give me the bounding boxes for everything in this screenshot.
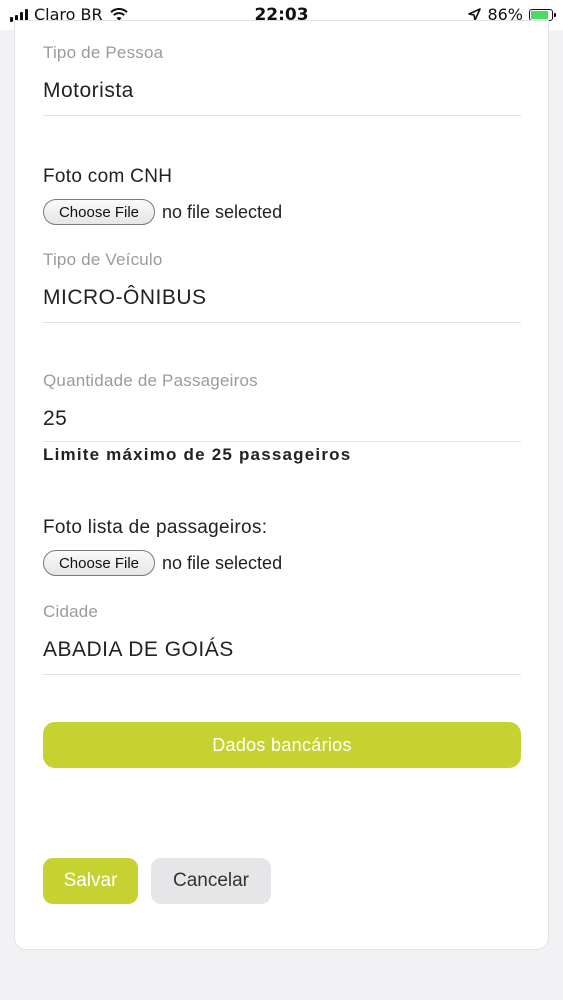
tipo-veiculo-value: MICRO-ÔNIBUS [43,286,207,309]
cancel-button[interactable]: Cancelar [151,858,271,904]
foto-cnh-file-status: no file selected [162,201,283,222]
foto-lista-file-input: Choose File no file selected [43,550,282,576]
foto-lista-label: Foto lista de passageiros: [43,517,268,538]
tipo-veiculo-label: Tipo de Veículo [43,250,163,269]
quantidade-value: 25 [43,407,68,430]
cidade-value: ABADIA DE GOIÁS [43,638,234,661]
foto-cnh-label: Foto com CNH [43,166,173,187]
foto-cnh-choose-file-button[interactable]: Choose File [43,199,155,225]
field-tipo-veiculo[interactable]: Tipo de Veículo MICRO-ÔNIBUS [43,250,521,324]
divider [43,115,521,116]
quantidade-label: Quantidade de Passageiros [43,371,258,390]
foto-cnh-file-input: Choose File no file selected [43,199,282,225]
foto-lista-choose-file-button[interactable]: Choose File [43,550,155,576]
tipo-pessoa-value: Motorista [43,79,134,102]
field-quantidade-passageiros[interactable]: Quantidade de Passageiros 25 [43,371,521,443]
divider [43,674,521,675]
field-cidade[interactable]: Cidade ABADIA DE GOIÁS [43,602,521,676]
form-card: Tipo de Pessoa Motorista Foto com CNH Ch… [14,20,549,950]
divider [43,441,521,442]
foto-lista-file-status: no file selected [162,552,283,573]
battery-icon [529,8,556,21]
battery-level-fill [531,10,549,19]
quantidade-hint: Limite máximo de 25 passageiros [43,445,352,464]
divider [43,322,521,323]
tipo-pessoa-label: Tipo de Pessoa [43,43,164,62]
cidade-label: Cidade [43,602,99,621]
field-tipo-pessoa[interactable]: Tipo de Pessoa Motorista [43,43,521,117]
save-button[interactable]: Salvar [43,858,138,904]
dados-bancarios-button[interactable]: Dados bancários [43,722,521,768]
